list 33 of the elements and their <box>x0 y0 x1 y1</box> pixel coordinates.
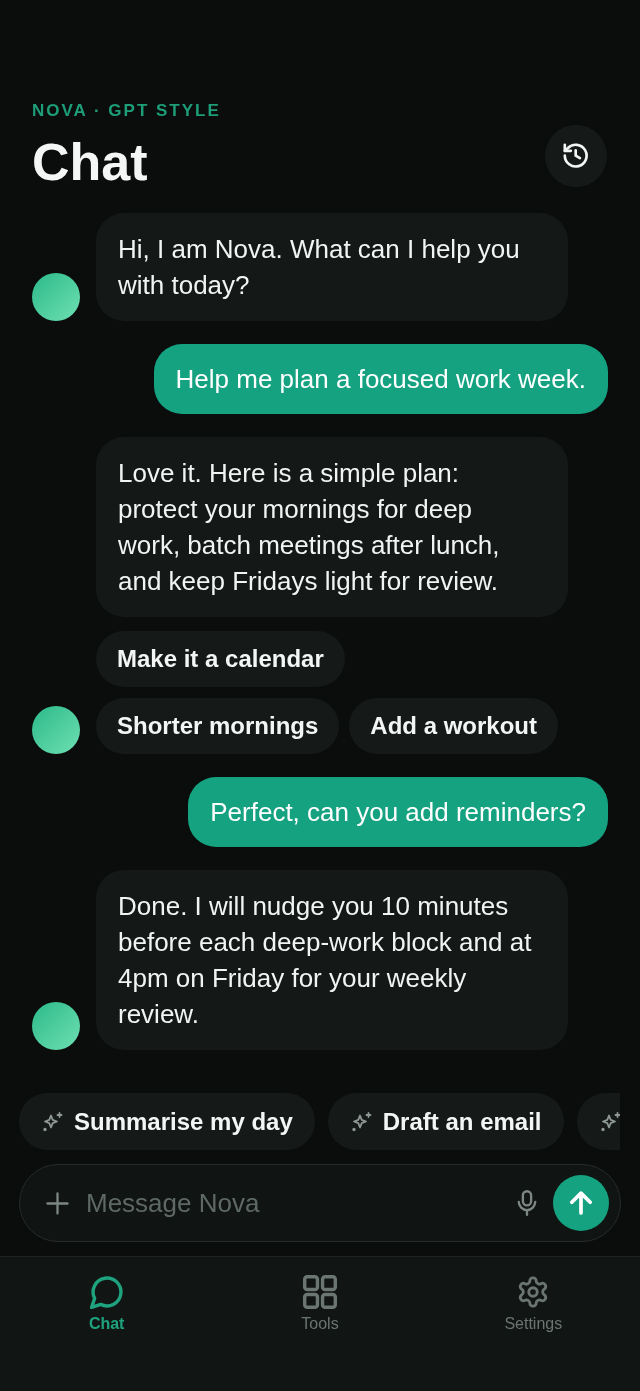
arrow-up-icon <box>569 1191 593 1215</box>
quick-reply-button[interactable]: Make it a calendar <box>96 631 345 687</box>
suggestion-button[interactable] <box>576 1093 620 1150</box>
assistant-message: Done. I will nudge you 10 minutes before each deep-work block and at 4pm on Friday for your weekly review. <box>96 870 568 1050</box>
sparkle-icon <box>42 1110 64 1133</box>
assistant-message: Love it. Here is a simple plan: protect your mornings for deep work, batch meetings after lunch, and keep Fridays light for review. <box>96 437 568 617</box>
avatar-icon <box>32 1002 80 1050</box>
grid-icon <box>303 1275 337 1309</box>
sparkle-icon <box>350 1110 373 1133</box>
sparkle-icon <box>599 1110 620 1133</box>
user-message: Perfect, can you add reminders? <box>188 777 608 847</box>
quick-reply-button[interactable]: Shorter mornings <box>96 698 340 754</box>
assistant-message: Hi, I am Nova. What can I help you with today? <box>96 213 568 321</box>
history-icon <box>563 143 589 169</box>
plus-icon <box>46 1191 69 1215</box>
avatar-icon <box>32 706 80 754</box>
app-subtitle: NOVA · GPT STYLE <box>32 101 221 121</box>
suggestion-button[interactable]: Summarise my day <box>19 1093 315 1150</box>
microphone-icon <box>517 1190 537 1216</box>
nav-tab[interactable]: Tools <box>213 1275 427 1334</box>
page-title: Chat <box>32 132 149 192</box>
nav-tab[interactable]: Chat <box>0 1275 214 1334</box>
send-button[interactable] <box>553 1175 609 1231</box>
microphone-button[interactable] <box>517 1190 537 1216</box>
chat-bubble-icon <box>89 1275 124 1309</box>
user-message: Help me plan a focused work week. <box>153 344 608 414</box>
quick-reply-button[interactable]: Add a workout <box>349 698 559 754</box>
nav-tab[interactable]: Settings <box>426 1275 640 1334</box>
avatar-icon <box>32 273 80 321</box>
suggestion-button[interactable]: Draft an email <box>327 1093 564 1150</box>
message-input[interactable]: Message Nova <box>86 1183 505 1223</box>
composer-field[interactable]: Message Nova <box>19 1164 621 1242</box>
add-button[interactable] <box>46 1191 69 1215</box>
